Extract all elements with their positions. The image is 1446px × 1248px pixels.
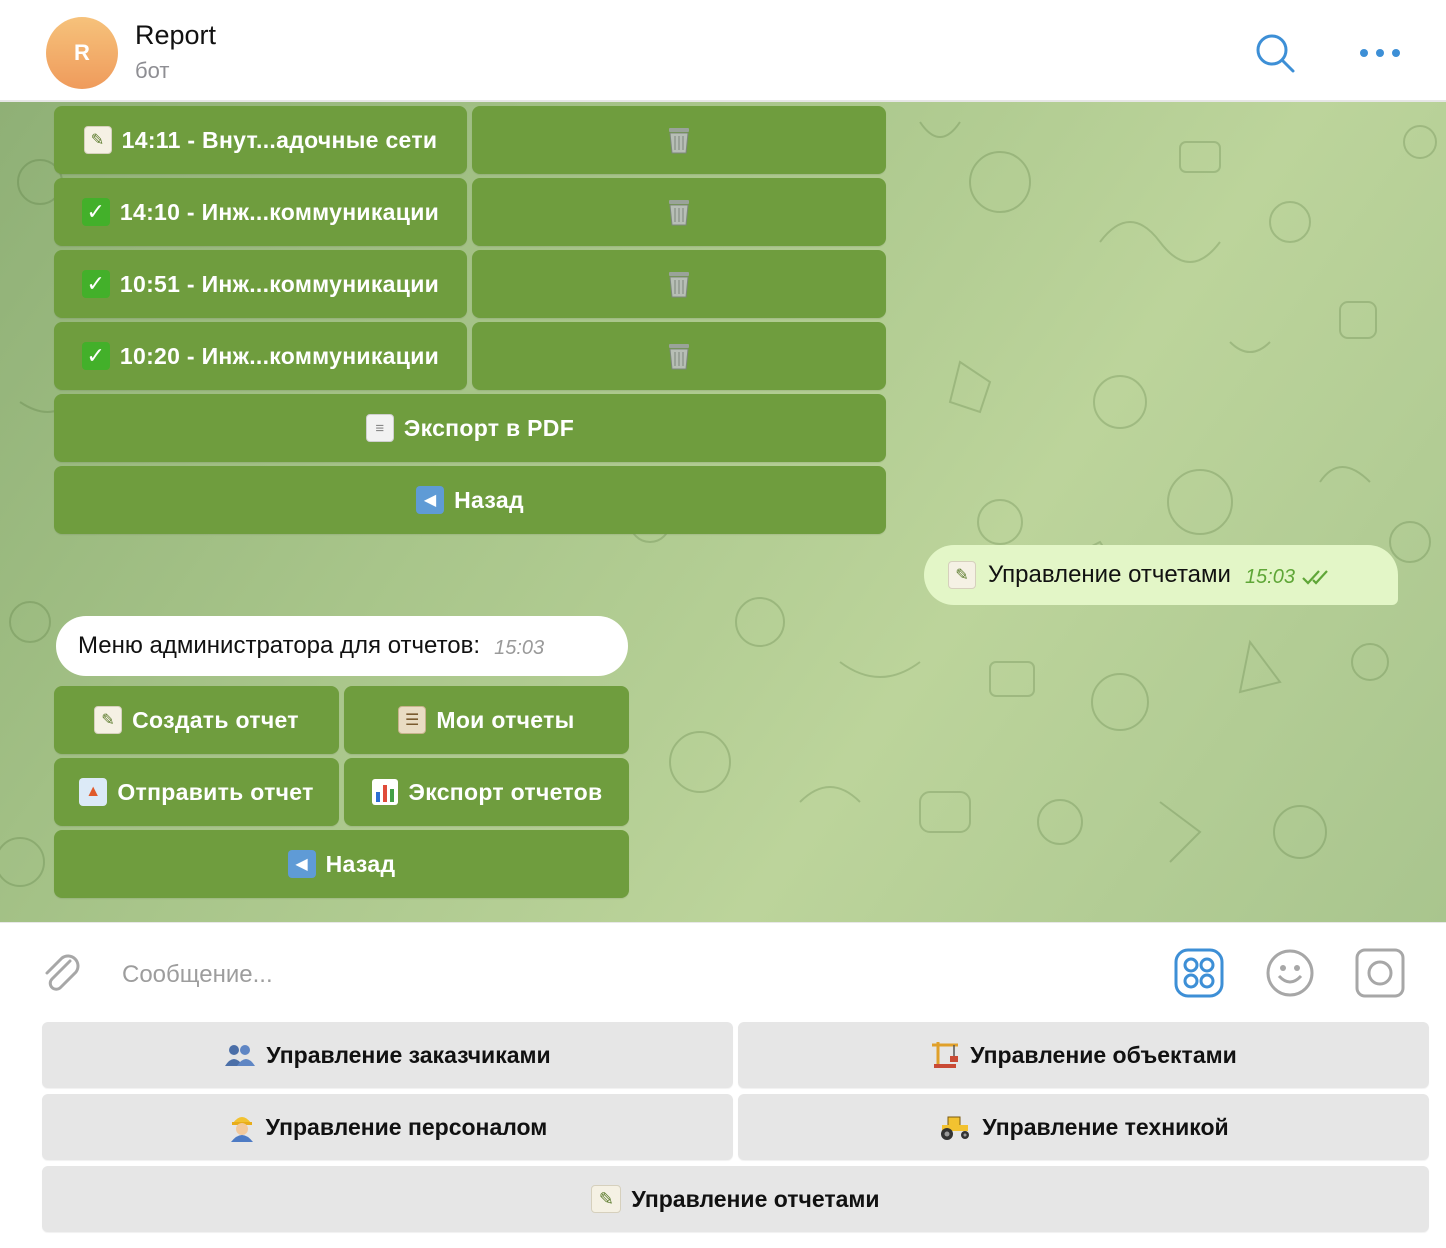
manage-equipment-label: Управление техникой: [982, 1113, 1229, 1140]
manage-reports-button[interactable]: ✎ Управление отчетами: [42, 1166, 1429, 1232]
more-button[interactable]: [1355, 28, 1405, 78]
export-reports-button[interactable]: Экспорт отчетов: [344, 758, 629, 826]
message-input[interactable]: [122, 955, 1122, 995]
clipboard-icon: ☰: [398, 706, 427, 734]
my-reports-label: Мои отчеты: [436, 706, 575, 733]
delete-report-button[interactable]: [472, 322, 886, 390]
document-icon: ≡: [365, 414, 394, 442]
trash-icon: [669, 344, 689, 370]
outgoing-message-text: Управление отчетами: [988, 561, 1231, 588]
chat-area[interactable]: ✎ 14:11 - Внут...адочные сети ✓ 14:10 - …: [0, 102, 1446, 922]
record-circle-icon: [1355, 948, 1405, 998]
report-row-label: 14:11 - Внут...адочные сети: [121, 126, 438, 153]
chat-title[interactable]: Report: [135, 20, 216, 51]
memo-icon: ✎: [948, 561, 976, 589]
bot-keyboard-button[interactable]: [1173, 947, 1225, 999]
reply-keyboard: Управление заказчиками Управление объект…: [0, 1018, 1446, 1248]
back-arrow-icon: ◀: [416, 486, 445, 514]
trash-icon: [669, 128, 689, 154]
avatar[interactable]: R: [46, 17, 118, 89]
delete-report-button[interactable]: [472, 106, 886, 174]
construction-crane-icon: [932, 1042, 959, 1068]
paperclip-icon: [45, 954, 80, 991]
outbox-tray-icon: ▲: [79, 778, 108, 806]
check-icon: ✓: [81, 342, 110, 370]
message-time: 15:03: [1244, 565, 1295, 588]
tractor-icon: [941, 1116, 970, 1140]
report-row-button[interactable]: ✓ 14:10 - Инж...коммуникации: [54, 178, 467, 246]
video-message-button[interactable]: [1354, 947, 1406, 999]
delete-report-button[interactable]: [472, 250, 886, 318]
search-button[interactable]: [1250, 28, 1300, 78]
search-icon: [1256, 34, 1295, 73]
report-row-button[interactable]: ✎ 14:11 - Внут...адочные сети: [54, 106, 467, 174]
attach-button[interactable]: [38, 949, 86, 997]
export-pdf-label: Экспорт в PDF: [403, 414, 575, 441]
trash-icon: [669, 272, 689, 298]
export-pdf-button[interactable]: ≡ Экспорт в PDF: [54, 394, 886, 462]
incoming-message[interactable]: Меню администратора для отчетов: 15:03: [56, 616, 628, 676]
back-arrow-icon: ◀: [287, 850, 316, 878]
keyboard-grid-icon: [1174, 948, 1224, 998]
back-button[interactable]: ◀ Назад: [54, 830, 629, 898]
export-reports-label: Экспорт отчетов: [408, 778, 603, 805]
memo-icon: ✎: [94, 706, 123, 734]
emoji-button[interactable]: [1264, 947, 1316, 999]
create-report-label: Создать отчет: [132, 706, 299, 733]
report-row-button[interactable]: ✓ 10:20 - Инж...коммуникации: [54, 322, 467, 390]
message-time: 15:03: [494, 636, 545, 659]
construction-worker-icon: [230, 1117, 253, 1142]
send-report-button[interactable]: ▲ Отправить отчет: [54, 758, 339, 826]
manage-equipment-button[interactable]: Управление техникой: [738, 1094, 1429, 1160]
manage-staff-button[interactable]: Управление персоналом: [42, 1094, 733, 1160]
back-label: Назад: [454, 486, 524, 513]
trash-icon: [669, 200, 689, 226]
manage-customers-label: Управление заказчиками: [266, 1041, 551, 1068]
manage-staff-label: Управление персоналом: [265, 1113, 548, 1140]
smiley-icon: [1266, 949, 1314, 997]
avatar-letter: R: [74, 40, 90, 65]
chat-subtitle: бот: [135, 58, 170, 83]
message-composer: [0, 922, 1446, 1018]
back-button[interactable]: ◀ Назад: [54, 466, 886, 534]
report-row-label: 10:20 - Инж...коммуникации: [119, 342, 440, 369]
more-icon: [1360, 49, 1400, 57]
manage-objects-button[interactable]: Управление объектами: [738, 1022, 1429, 1088]
check-icon: ✓: [81, 270, 110, 298]
create-report-button[interactable]: ✎ Создать отчет: [54, 686, 339, 754]
bar-chart-icon: [371, 779, 398, 805]
report-row-label: 10:51 - Инж...коммуникации: [119, 270, 440, 297]
report-row-label: 14:10 - Инж...коммуникации: [119, 198, 440, 225]
incoming-message-text: Меню администратора для отчетов:: [78, 632, 481, 659]
delete-report-button[interactable]: [472, 178, 886, 246]
double-check-icon: [1302, 570, 1328, 585]
send-report-label: Отправить отчет: [117, 778, 314, 805]
manage-reports-label: Управление отчетами: [631, 1185, 880, 1212]
memo-icon: ✎: [591, 1185, 622, 1213]
manage-customers-button[interactable]: Управление заказчиками: [42, 1022, 733, 1088]
outgoing-message[interactable]: ✎ Управление отчетами 15:03: [924, 545, 1398, 605]
check-icon: ✓: [81, 198, 110, 226]
report-row-button[interactable]: ✓ 10:51 - Инж...коммуникации: [54, 250, 467, 318]
manage-objects-label: Управление объектами: [970, 1041, 1237, 1068]
back-label: Назад: [325, 850, 396, 877]
chat-header: R Report бот: [0, 0, 1446, 102]
my-reports-button[interactable]: ☰ Мои отчеты: [344, 686, 629, 754]
memo-icon: ✎: [83, 126, 112, 154]
people-icon: [225, 1045, 256, 1066]
